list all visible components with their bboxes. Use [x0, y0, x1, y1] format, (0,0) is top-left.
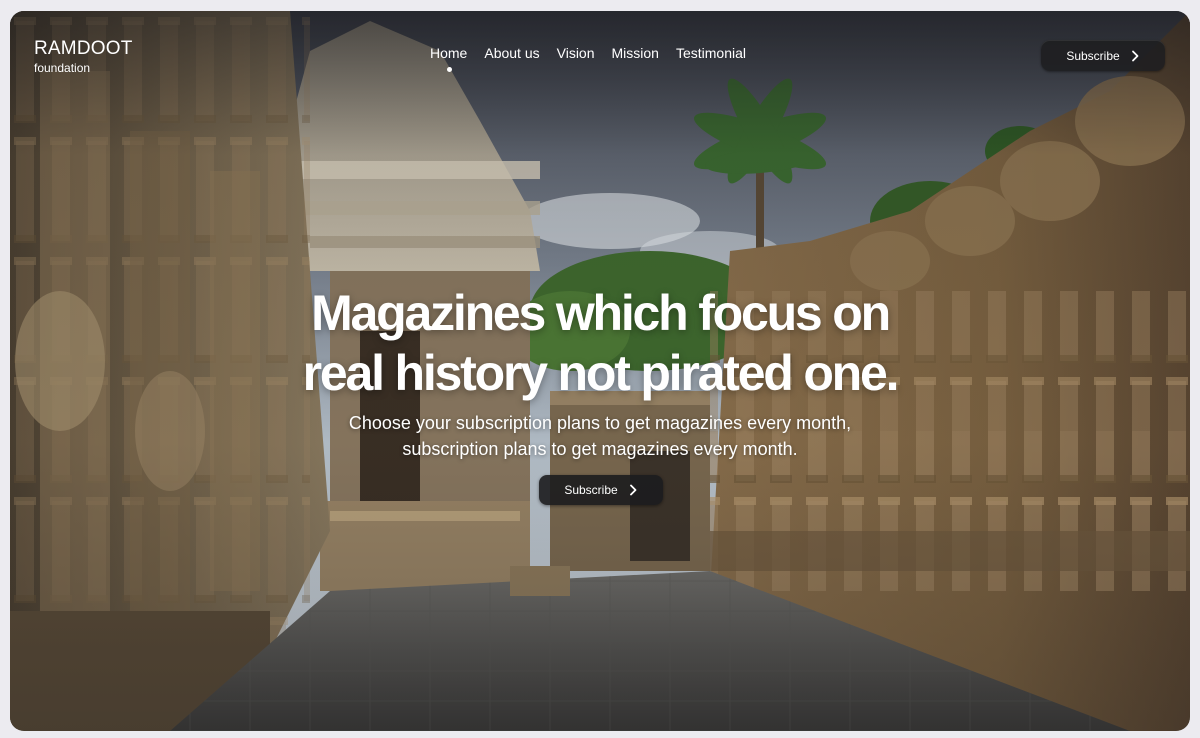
nav-item-label: About us	[484, 45, 540, 61]
hero-section: RAMDOOT foundation Home About us Vision …	[10, 11, 1190, 731]
nav-item-vision[interactable]: Vision	[557, 45, 595, 61]
hero-title: Magazines which focus on real history no…	[10, 283, 1190, 403]
nav-item-testimonial[interactable]: Testimonial	[676, 45, 746, 61]
nav-item-mission[interactable]: Mission	[612, 45, 659, 61]
chevron-right-icon	[1131, 50, 1139, 61]
hero-title-line-1: Magazines which focus on	[311, 285, 891, 341]
nav-item-label: Vision	[556, 45, 595, 61]
brand-name: RAMDOOT	[34, 38, 133, 59]
nav-item-label: Home	[430, 45, 468, 61]
brand-logo[interactable]: RAMDOOT foundation	[34, 38, 133, 75]
hero-subscribe-button[interactable]: Subscribe	[539, 475, 663, 505]
header-subscribe-button[interactable]: Subscribe	[1041, 40, 1165, 71]
chevron-right-icon	[629, 484, 637, 496]
active-indicator-dot	[446, 67, 452, 72]
nav-item-label: Mission	[611, 45, 659, 61]
hero-subtitle: Choose your subscription plans to get ma…	[10, 410, 1190, 462]
main-nav: Home About us Vision Mission Testimonial	[430, 45, 746, 72]
nav-item-home[interactable]: Home	[430, 45, 468, 72]
hero-subtitle-line-2: subscription plans to get magazines ever…	[402, 439, 798, 459]
subscribe-label: Subscribe	[1066, 48, 1120, 63]
brand-tagline: foundation	[34, 61, 91, 75]
nav-item-about-us[interactable]: About us	[484, 45, 539, 61]
hero-title-line-2: real history not pirated one.	[302, 345, 900, 401]
subscribe-label: Subscribe	[564, 483, 618, 497]
hero-subtitle-line-1: Choose your subscription plans to get ma…	[348, 413, 852, 433]
nav-item-label: Testimonial	[675, 45, 747, 61]
